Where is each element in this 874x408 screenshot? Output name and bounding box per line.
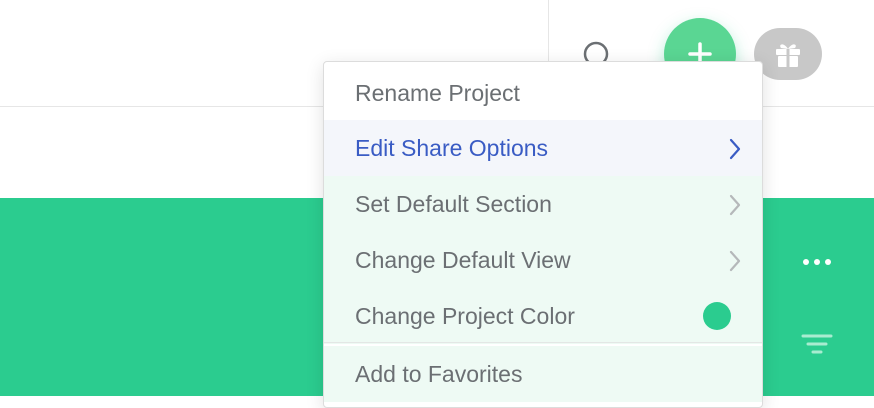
chevron-right-icon — [728, 138, 742, 166]
menu-item-label: Edit Share Options — [355, 134, 549, 161]
menu-item-label: Change Default View — [355, 246, 571, 273]
menu-item-set-default-section[interactable]: Set Default Section — [324, 176, 762, 232]
filter-button[interactable] — [798, 330, 838, 358]
menu-item-rename-project[interactable]: Rename Project — [324, 65, 762, 121]
chevron-right-icon — [728, 250, 742, 278]
project-options-menu: Rename Project Edit Share Options Set De… — [323, 61, 763, 408]
menu-item-label: Add to Favorites — [355, 360, 523, 387]
filter-icon — [798, 334, 838, 362]
more-horizontal-icon — [798, 259, 838, 278]
menu-item-add-to-favorites[interactable]: Add to Favorites — [324, 346, 762, 402]
menu-item-label: Rename Project — [355, 79, 520, 106]
menu-item-label: Set Default Section — [355, 190, 552, 217]
more-button[interactable] — [798, 250, 838, 274]
menu-item-label: Change Project Color — [355, 302, 575, 329]
menu-item-edit-share-options[interactable]: Edit Share Options — [324, 120, 762, 176]
chevron-right-icon — [728, 194, 742, 222]
color-swatch — [703, 302, 731, 330]
gift-button[interactable] — [754, 28, 822, 80]
menu-divider — [324, 342, 762, 343]
menu-item-change-project-color[interactable]: Change Project Color — [324, 288, 762, 344]
menu-item-change-default-view[interactable]: Change Default View — [324, 232, 762, 288]
